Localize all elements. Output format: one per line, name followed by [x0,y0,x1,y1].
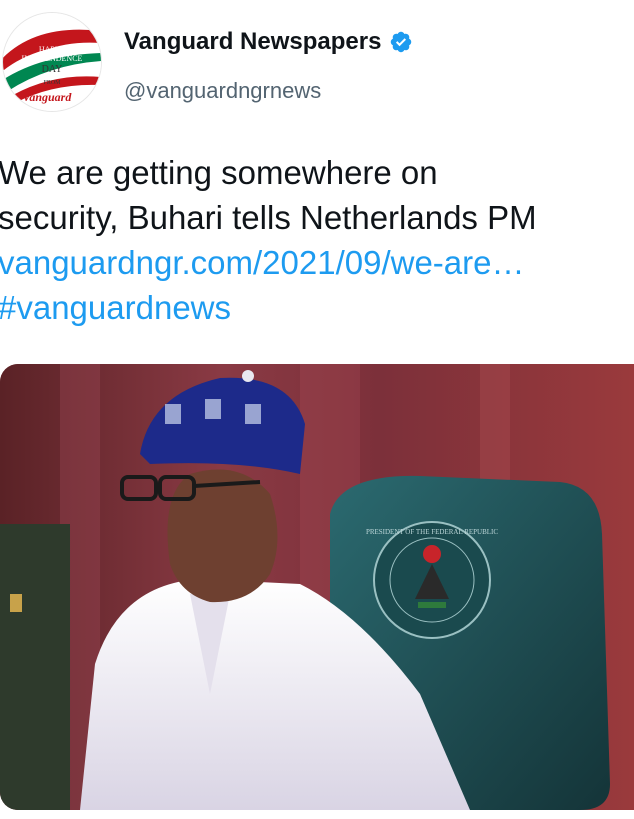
tweet-hashtag[interactable]: #vanguardnews [0,285,634,330]
author-name-row[interactable]: Vanguard Newspapers [124,26,413,58]
tweet-text: We are getting somewhere on security, Bu… [0,150,634,330]
independence-day-logo-icon: HAPPY INDEPENDENCE DAY FROM Vanguard [3,13,101,111]
avatar-line4: FROM [43,80,61,86]
tweet-text-line: security, Buhari tells Netherlands PM [0,199,537,236]
author-display-name[interactable]: Vanguard Newspapers [124,28,381,56]
avatar-line3: DAY [42,64,63,75]
tweet-link[interactable]: vanguardngr.com/2021/09/we-are… [0,240,634,285]
avatar-line2: INDEPENDENCE [22,54,83,63]
verified-badge-icon [389,30,413,54]
avatar-line1: HAPPY [39,45,65,54]
tweet-view: HAPPY INDEPENDENCE DAY FROM Vanguard Van… [0,0,634,819]
tweet-text-line: We are getting somewhere on [0,154,438,191]
author-avatar[interactable]: HAPPY INDEPENDENCE DAY FROM Vanguard [2,12,102,112]
avatar-brand: Vanguard [23,90,73,104]
author-handle[interactable]: @vanguardngrnews [124,78,321,104]
seal-text: PRESIDENT OF THE FEDERAL REPUBLIC [366,528,498,536]
tweet-media-photo[interactable]: PRESIDENT OF THE FEDERAL REPUBLIC [0,364,634,810]
buhari-photo-image: PRESIDENT OF THE FEDERAL REPUBLIC [0,364,634,810]
